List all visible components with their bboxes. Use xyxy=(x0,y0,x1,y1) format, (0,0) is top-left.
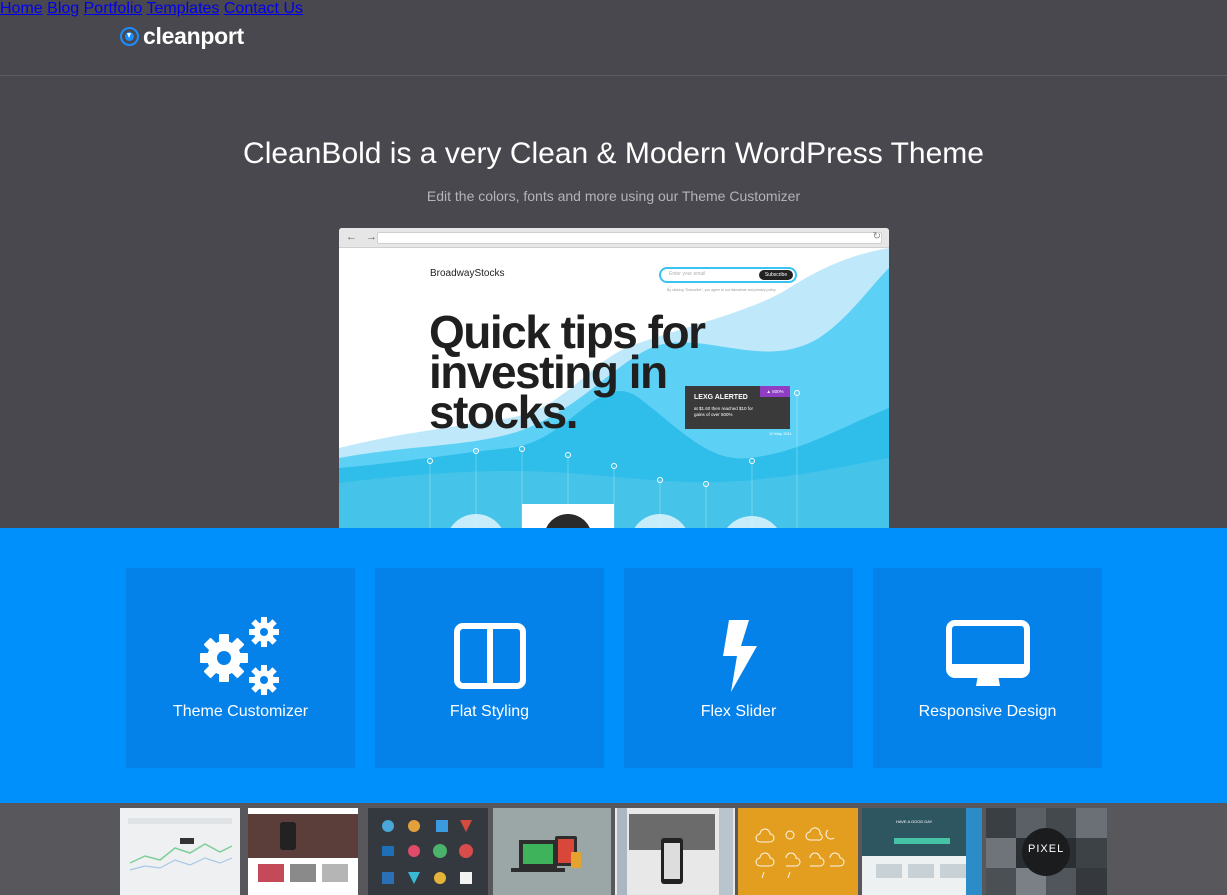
browser-preview: ← → ↻ BroadwayStocks Enter your email Su… xyxy=(339,228,889,528)
feature-label: Theme Customizer xyxy=(172,703,309,720)
preview-alert-card: ▲ 500% LEXG ALERTED at $1.60 then reache… xyxy=(685,386,790,429)
thumbnail-3[interactable] xyxy=(368,808,488,895)
thumbnail-8[interactable]: PIXEL xyxy=(986,808,1107,895)
features-band: Theme Customizer Flat Styling Flex Slide… xyxy=(0,528,1227,803)
nav-templates[interactable]: Templates xyxy=(146,0,219,17)
thumbnail-8-label: PIXEL xyxy=(1028,843,1065,855)
back-forward-icon: ← → xyxy=(346,231,381,243)
feature-label: Flex Slider xyxy=(700,703,777,720)
logo[interactable]: cleanport xyxy=(120,22,244,50)
thumbnail-2[interactable] xyxy=(248,808,358,895)
preview-subscribe-button: Subscribe xyxy=(759,270,793,280)
feature-theme-customizer[interactable]: Theme Customizer xyxy=(126,568,355,768)
thumbnail-7[interactable]: HAVE A GOOD DAY xyxy=(862,808,982,895)
site-header: cleanport Home Blog Portfolio Templates … xyxy=(0,0,1227,76)
browser-toolbar: ← → ↻ xyxy=(339,228,889,248)
preview-page: BroadwayStocks Enter your email Subscrib… xyxy=(339,248,889,528)
nav-home[interactable]: Home xyxy=(0,0,43,17)
thumbnail-4[interactable] xyxy=(493,808,611,895)
hero-subtitle: Edit the colors, fonts and more using ou… xyxy=(426,188,801,204)
preview-alert-text: at $1.60 then reached $10 for gains of o… xyxy=(694,406,754,417)
preview-fine-print: By clicking "Subscribe", you agree to ou… xyxy=(667,288,777,292)
thumbnail-7-caption: HAVE A GOOD DAY xyxy=(896,819,933,824)
lightning-icon xyxy=(624,616,853,696)
browser-address-bar xyxy=(377,232,882,244)
columns-icon xyxy=(375,616,604,696)
preview-alert-title: LEXG ALERTED xyxy=(694,394,748,401)
preview-email-field: Enter your email Subscribe xyxy=(659,267,797,283)
preview-email-placeholder: Enter your email xyxy=(669,271,706,277)
nav-blog[interactable]: Blog xyxy=(47,0,79,17)
feature-label: Flat Styling xyxy=(449,703,530,720)
feature-responsive-design[interactable]: Responsive Design xyxy=(873,568,1102,768)
thumbnail-1[interactable] xyxy=(120,808,240,895)
nav-portfolio[interactable]: Portfolio xyxy=(84,0,143,17)
preview-alert-badge: ▲ 500% xyxy=(760,386,790,397)
main-nav: Home Blog Portfolio Templates Contact Us xyxy=(0,0,1227,18)
thumbnail-6[interactable] xyxy=(738,808,858,895)
hero-title: CleanBold is a very Clean & Modern WordP… xyxy=(243,137,984,170)
feature-flat-styling[interactable]: Flat Styling xyxy=(375,568,604,768)
gears-icon xyxy=(126,616,355,696)
download-circle-icon xyxy=(120,26,139,46)
reload-icon: ↻ xyxy=(872,231,881,242)
monitor-icon xyxy=(873,616,1102,696)
thumbnail-5[interactable] xyxy=(615,808,735,895)
nav-contact-us[interactable]: Contact Us xyxy=(224,0,303,17)
preview-alert-date: 10 May 2011 xyxy=(769,431,792,436)
feature-label: Responsive Design xyxy=(918,703,1057,720)
portfolio-thumbnails: HAVE A GOOD DAY PIXEL xyxy=(0,803,1227,895)
preview-brand: BroadwayStocks xyxy=(430,268,505,279)
feature-flex-slider[interactable]: Flex Slider xyxy=(624,568,853,768)
logo-text: cleanport xyxy=(143,22,244,49)
